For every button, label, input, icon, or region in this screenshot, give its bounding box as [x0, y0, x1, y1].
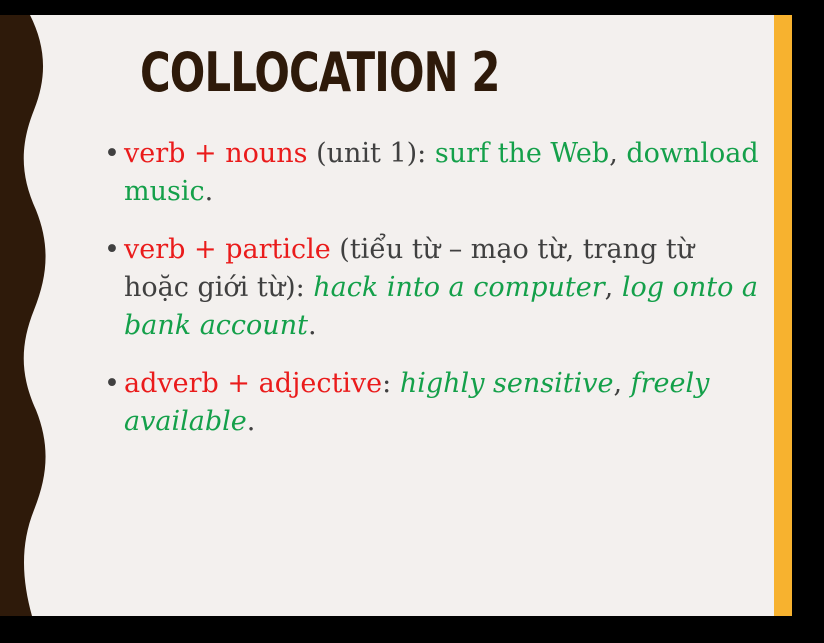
plain-text: ,: [604, 272, 622, 303]
bullet-list: • verb + nouns (unit 1): surf the Web, d…: [104, 135, 764, 461]
bullet-dot: •: [104, 368, 120, 399]
term: adverb + adjective: [124, 368, 383, 399]
term: verb + particle: [124, 234, 331, 265]
wave-border-decoration: [0, 15, 46, 616]
plain-text: (unit 1):: [307, 138, 435, 169]
accent-bar: [774, 15, 792, 616]
slide-title: COLLOCATION 2: [140, 41, 500, 104]
bullet-dot: •: [104, 234, 120, 265]
example: highly sensitive: [399, 368, 614, 399]
plain-text: :: [382, 368, 400, 399]
bullet-item: • verb + particle (tiểu từ – mạo từ, trạ…: [104, 231, 764, 345]
example: surf the Web: [434, 138, 610, 169]
example: hack into a computer: [313, 272, 605, 303]
term: verb + nouns: [124, 138, 308, 169]
bullet-item: • adverb + adjective: highly sensitive, …: [104, 365, 764, 441]
slide: COLLOCATION 2 • verb + nouns (unit 1): s…: [0, 15, 792, 616]
plain-text: .: [246, 406, 256, 437]
bullet-dot: •: [104, 138, 120, 169]
bullet-item: • verb + nouns (unit 1): surf the Web, d…: [104, 135, 764, 211]
plain-text: .: [307, 310, 317, 341]
plain-text: ,: [613, 368, 631, 399]
plain-text: ,: [609, 138, 627, 169]
plain-text: .: [204, 176, 214, 207]
